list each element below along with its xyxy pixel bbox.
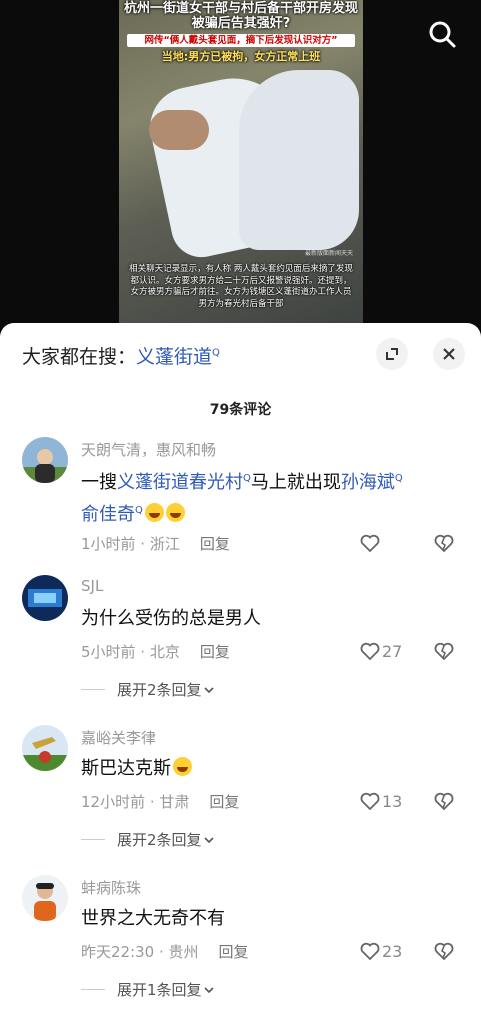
expand-replies-label: 展开1条回复 (117, 981, 202, 999)
expand-replies-button[interactable]: 展开2条回复 (81, 679, 216, 700)
video-caption-body: 相关聊天记录显示，有人称 两人戴头套约见面后来摘了发现都认识。女方要求男方给二十… (129, 264, 353, 309)
comment-text: 斯巴达克斯 (81, 755, 461, 783)
reply-button[interactable]: 回复 (200, 643, 230, 661)
comment-text-part: 马上就出现 (250, 472, 341, 493)
video-caption-title: 杭州一街道女干部与村后备干部开房发现被骗后告其强奸? (123, 1, 358, 31)
comments-count: 79条评论 (209, 402, 272, 418)
avatar[interactable] (22, 725, 68, 771)
video-caption-highlight: 当地:男方已被拘，女方正常上班 (161, 50, 321, 63)
video-figure (239, 70, 359, 250)
broken-heart-icon[interactable] (432, 639, 456, 663)
comment-text: 一搜义蓬街道春光村Q马上就出现孙海斌Q 俞佳奇Q (81, 465, 461, 529)
video-watermark: 最新版面新闻天天 (304, 250, 353, 257)
search-mini-icon: Q (394, 473, 403, 484)
comments-sheet: 大家都在搜：义蓬街道Q 79条评论 天朗气清，惠风和畅 一搜义蓬街道春光村Q马上… (0, 323, 481, 1024)
comment-text: 为什么受伤的总是男人 (81, 608, 261, 629)
comment-time-location: 5小时前 · 北京 (81, 643, 180, 661)
divider (81, 839, 105, 840)
username[interactable]: 天朗气清，惠风和畅 (81, 439, 216, 460)
comment-time-location: 1小时前 · 浙江 (81, 535, 180, 553)
reply-button[interactable]: 回复 (219, 943, 249, 961)
expand-replies-button[interactable]: 展开2条回复 (81, 829, 216, 850)
laugh-emoji-icon (144, 503, 164, 522)
comment-text: 世界之大无奇不有 (81, 908, 225, 929)
like-count: 23 (382, 941, 403, 961)
video-caption-sub: 网传“俩人戴头套见面，摘下后发现认识对方” (127, 34, 355, 47)
chevron-down-icon (203, 686, 214, 693)
comment-meta: 1小时前 · 浙江 回复 (81, 533, 230, 554)
trending-prefix: 大家都在搜： (22, 346, 137, 368)
close-button[interactable] (433, 338, 465, 370)
comment-meta: 5小时前 · 北京 回复 (81, 641, 230, 662)
expand-replies-button[interactable]: 展开1条回复 (81, 979, 216, 1000)
avatar[interactable] (22, 575, 68, 621)
heart-icon (360, 942, 380, 961)
search-mini-icon: Q (135, 505, 143, 516)
chevron-down-icon (203, 986, 214, 993)
search-keyword[interactable]: 义蓬街道春光村 (117, 472, 243, 493)
expand-icon (386, 348, 398, 360)
like-button[interactable]: 23 (358, 939, 402, 963)
comment-time-location: 昨天22:30 · 贵州 (81, 943, 199, 961)
expand-button[interactable] (376, 338, 408, 370)
broken-heart-icon[interactable] (432, 531, 456, 555)
heart-icon (360, 534, 380, 553)
comment-meta: 12小时前 · 甘肃 回复 (81, 791, 239, 812)
search-keyword[interactable]: 俞佳奇 (81, 504, 135, 525)
divider (81, 689, 105, 690)
video-frame: 杭州一街道女干部与村后备干部开房发现被骗后告其强奸? 网传“俩人戴头套见面，摘下… (119, 0, 363, 330)
comment-text-part: 斯巴达克斯 (81, 758, 171, 779)
search-keyword[interactable]: 孙海斌 (341, 472, 395, 493)
comment-meta: 昨天22:30 · 贵州 回复 (81, 941, 249, 962)
chevron-down-icon (203, 836, 214, 843)
heart-icon (360, 642, 380, 661)
broken-heart-icon[interactable] (432, 789, 456, 813)
comment-time-location: 12小时前 · 甘肃 (81, 793, 190, 811)
like-button[interactable] (358, 531, 382, 555)
heart-icon (360, 792, 380, 811)
expand-replies-label: 展开2条回复 (117, 681, 202, 699)
expand-replies-label: 展开2条回复 (117, 831, 202, 849)
comment-text-part: 一搜 (81, 472, 117, 493)
like-button[interactable]: 13 (358, 789, 402, 813)
close-icon (443, 348, 455, 360)
grin-emoji-icon (173, 757, 192, 776)
username[interactable]: 蚌病陈珠 (81, 877, 141, 898)
broken-heart-icon[interactable] (432, 939, 456, 963)
search-button[interactable] (422, 14, 462, 54)
avatar[interactable] (22, 437, 68, 483)
username[interactable]: SJL (81, 577, 103, 595)
video-figure (149, 110, 209, 150)
username[interactable]: 嘉峪关李律 (81, 727, 156, 748)
trending-search[interactable]: 大家都在搜：义蓬街道Q (22, 342, 220, 369)
search-mini-icon: Q (243, 473, 251, 484)
like-button[interactable]: 27 (358, 639, 402, 663)
search-mini-icon: Q (212, 347, 220, 359)
trending-keyword[interactable]: 义蓬街道 (136, 346, 212, 368)
search-icon (429, 21, 456, 48)
divider (81, 989, 105, 990)
like-count: 27 (382, 641, 403, 661)
reply-button[interactable]: 回复 (209, 793, 239, 811)
reply-button[interactable]: 回复 (200, 535, 230, 553)
like-count: 13 (382, 791, 403, 811)
avatar[interactable] (22, 875, 68, 921)
video-player[interactable]: 杭州一街道女干部与村后备干部开房发现被骗后告其强奸? 网传“俩人戴头套见面，摘下… (0, 0, 481, 330)
laugh-emoji-icon (165, 503, 185, 522)
